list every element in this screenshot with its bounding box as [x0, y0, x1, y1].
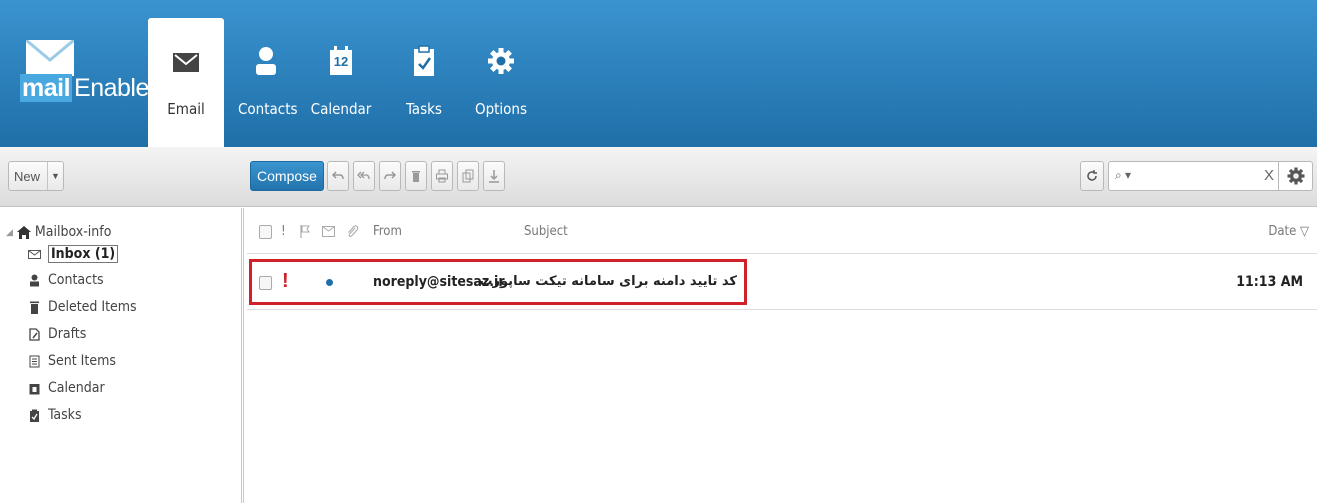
select-all-checkbox[interactable]: [259, 225, 272, 239]
column-importance[interactable]: !: [281, 224, 286, 239]
toolbar: New ▼ Compose ⌕ ▾ X: [0, 147, 1317, 207]
copy-icon: [462, 169, 474, 183]
sidebar-item-sent[interactable]: Sent Items: [28, 353, 116, 369]
search-settings-button[interactable]: [1278, 161, 1312, 191]
logo-mail-text: mail: [20, 74, 73, 102]
search-icon[interactable]: ⌕ ▾: [1115, 168, 1131, 183]
logo-enable-text: Enable: [74, 74, 149, 102]
mailbox-root[interactable]: ◢ Mailbox-info: [6, 224, 111, 240]
forward-button[interactable]: [379, 161, 401, 191]
tab-calendar-label: Calendar: [310, 100, 372, 118]
flag-icon[interactable]: [299, 225, 311, 238]
person-icon: [256, 47, 276, 75]
sidebar-item-label: Calendar: [48, 380, 105, 396]
table-row[interactable]: ! noreply@sitesaz.ir کد تایید دامنه برای…: [247, 256, 1317, 310]
draft-icon: [29, 327, 40, 341]
attachment-icon[interactable]: [346, 224, 358, 238]
sidebar-item-label: Deleted Items: [48, 299, 137, 315]
envelope-logo-icon: [26, 40, 74, 76]
tab-contacts-label: Contacts: [238, 100, 298, 118]
delete-button[interactable]: [405, 161, 427, 191]
sidebar-item-label: Tasks: [48, 407, 82, 423]
message-date: 11:13 AM: [1236, 274, 1303, 290]
gear-icon: [1287, 167, 1304, 185]
sidebar-item-label: Inbox (1): [48, 245, 119, 263]
sidebar-item-label: Sent Items: [48, 353, 116, 369]
tab-contacts[interactable]: Contacts: [238, 0, 298, 147]
tab-tasks-label: Tasks: [406, 100, 442, 118]
sidebar-item-inbox[interactable]: Inbox (1): [28, 245, 119, 263]
tab-options-label: Options: [474, 100, 528, 118]
column-date-sort[interactable]: Date ▽: [1268, 224, 1309, 239]
refresh-icon: [1087, 170, 1097, 181]
mailenable-logo[interactable]: mail Enable: [20, 40, 149, 110]
tab-options[interactable]: Options: [474, 0, 528, 147]
clear-search-icon[interactable]: X: [1264, 167, 1274, 184]
message-list: ! From Subject Date ▽ ! noreply@sitesaz.…: [247, 208, 1317, 503]
chevron-down-icon[interactable]: ▼: [47, 162, 63, 190]
search-box[interactable]: ⌕ ▾ X: [1108, 161, 1313, 191]
reply-all-icon: [357, 171, 370, 180]
tab-email[interactable]: Email: [148, 18, 224, 147]
reply-icon: [331, 171, 344, 180]
envelope-icon: [28, 249, 41, 259]
tab-calendar[interactable]: 12 Calendar: [310, 0, 372, 147]
new-dropdown-button[interactable]: New ▼: [8, 161, 64, 191]
copy-button[interactable]: [457, 161, 479, 191]
forward-icon: [384, 171, 397, 180]
download-icon: [489, 170, 499, 183]
envelope-icon: [173, 53, 199, 72]
column-subject[interactable]: Subject: [524, 224, 568, 239]
mailbox-root-label: Mailbox-info: [34, 224, 112, 240]
search-input[interactable]: [1143, 166, 1273, 186]
compose-button[interactable]: Compose: [250, 161, 324, 191]
sidebar-item-deleted[interactable]: Deleted Items: [28, 299, 137, 315]
person-icon: [30, 274, 39, 286]
sidebar-item-contacts[interactable]: Contacts: [28, 272, 104, 288]
trash-icon: [30, 301, 39, 314]
refresh-button[interactable]: [1080, 161, 1104, 191]
print-button[interactable]: [431, 161, 453, 191]
collapse-triangle-icon[interactable]: ◢: [6, 227, 13, 238]
sidebar-item-label: Drafts: [48, 326, 87, 342]
printer-icon: [436, 169, 448, 183]
tasks-icon: [30, 409, 39, 422]
sidebar-item-calendar[interactable]: Calendar: [28, 380, 105, 396]
new-button-label: New: [14, 168, 41, 184]
sent-icon: [29, 355, 40, 367]
logo-wordmark: mail Enable: [20, 74, 149, 103]
calendar-icon: [29, 383, 40, 394]
clipboard-check-icon: [414, 45, 434, 76]
home-icon: [16, 225, 31, 239]
sidebar-item-drafts[interactable]: Drafts: [28, 326, 86, 342]
reply-button[interactable]: [327, 161, 349, 191]
download-button[interactable]: [483, 161, 505, 191]
message-list-header: ! From Subject Date ▽: [247, 208, 1317, 254]
sidebar-item-tasks[interactable]: Tasks: [28, 407, 82, 423]
highlight-box: [249, 259, 747, 305]
trash-icon: [412, 171, 420, 182]
tab-email-label: Email: [167, 100, 205, 118]
compose-button-label: Compose: [257, 168, 317, 184]
reply-all-button[interactable]: [353, 161, 375, 191]
envelope-icon[interactable]: [322, 226, 335, 237]
sidebar-item-label: Contacts: [48, 272, 104, 288]
tab-tasks[interactable]: Tasks: [400, 0, 448, 147]
column-from[interactable]: From: [373, 224, 402, 239]
calendar-day-number: 12: [333, 54, 349, 69]
top-banner: mail Enable Email Contacts 12 Calendar Ta…: [0, 0, 1317, 147]
gear-icon: [488, 48, 514, 74]
folder-sidebar: ◢ Mailbox-info Inbox (1) Contacts Delete…: [0, 208, 244, 503]
